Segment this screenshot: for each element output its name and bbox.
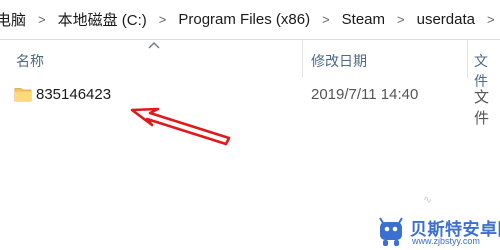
column-header-row: 名称 修改日期 文件 [0, 40, 500, 89]
column-header-name[interactable]: 名称 [16, 51, 44, 71]
android-logo-icon [379, 217, 403, 246]
folder-icon [14, 88, 32, 102]
column-header-date-modified[interactable]: 修改日期 [311, 51, 367, 71]
breadcrumb-userdata[interactable]: userdata [415, 11, 477, 28]
chevron-right-icon[interactable]: > [387, 13, 415, 26]
chevron-right-icon[interactable]: > [28, 13, 56, 26]
chevron-right-icon[interactable]: > [312, 13, 340, 26]
chevron-right-icon[interactable]: > [149, 13, 177, 26]
file-type: 文件 [474, 89, 490, 127]
address-bar[interactable]: 电脑 > 本地磁盘 (C:) > Program Files (x86) > S… [0, 0, 500, 40]
chevron-right-icon[interactable]: > [477, 13, 500, 26]
file-date-modified: 2019/7/11 14:40 [311, 86, 419, 103]
column-divider[interactable] [467, 40, 468, 78]
faint-mark: ∿ [423, 194, 433, 206]
breadcrumb-this-pc[interactable]: 电脑 [0, 9, 28, 30]
breadcrumb-local-disk[interactable]: 本地磁盘 (C:) [56, 9, 149, 30]
file-name[interactable]: 835146423 [36, 86, 111, 103]
watermark-url: www.zjbstyy.com [412, 236, 480, 246]
column-divider[interactable] [302, 40, 303, 78]
sort-ascending-icon [148, 42, 160, 49]
breadcrumb-steam[interactable]: Steam [340, 11, 387, 28]
watermark: 贝斯特安卓网 www.zjbstyy.com [370, 210, 500, 250]
breadcrumb-program-files[interactable]: Program Files (x86) [176, 11, 312, 28]
